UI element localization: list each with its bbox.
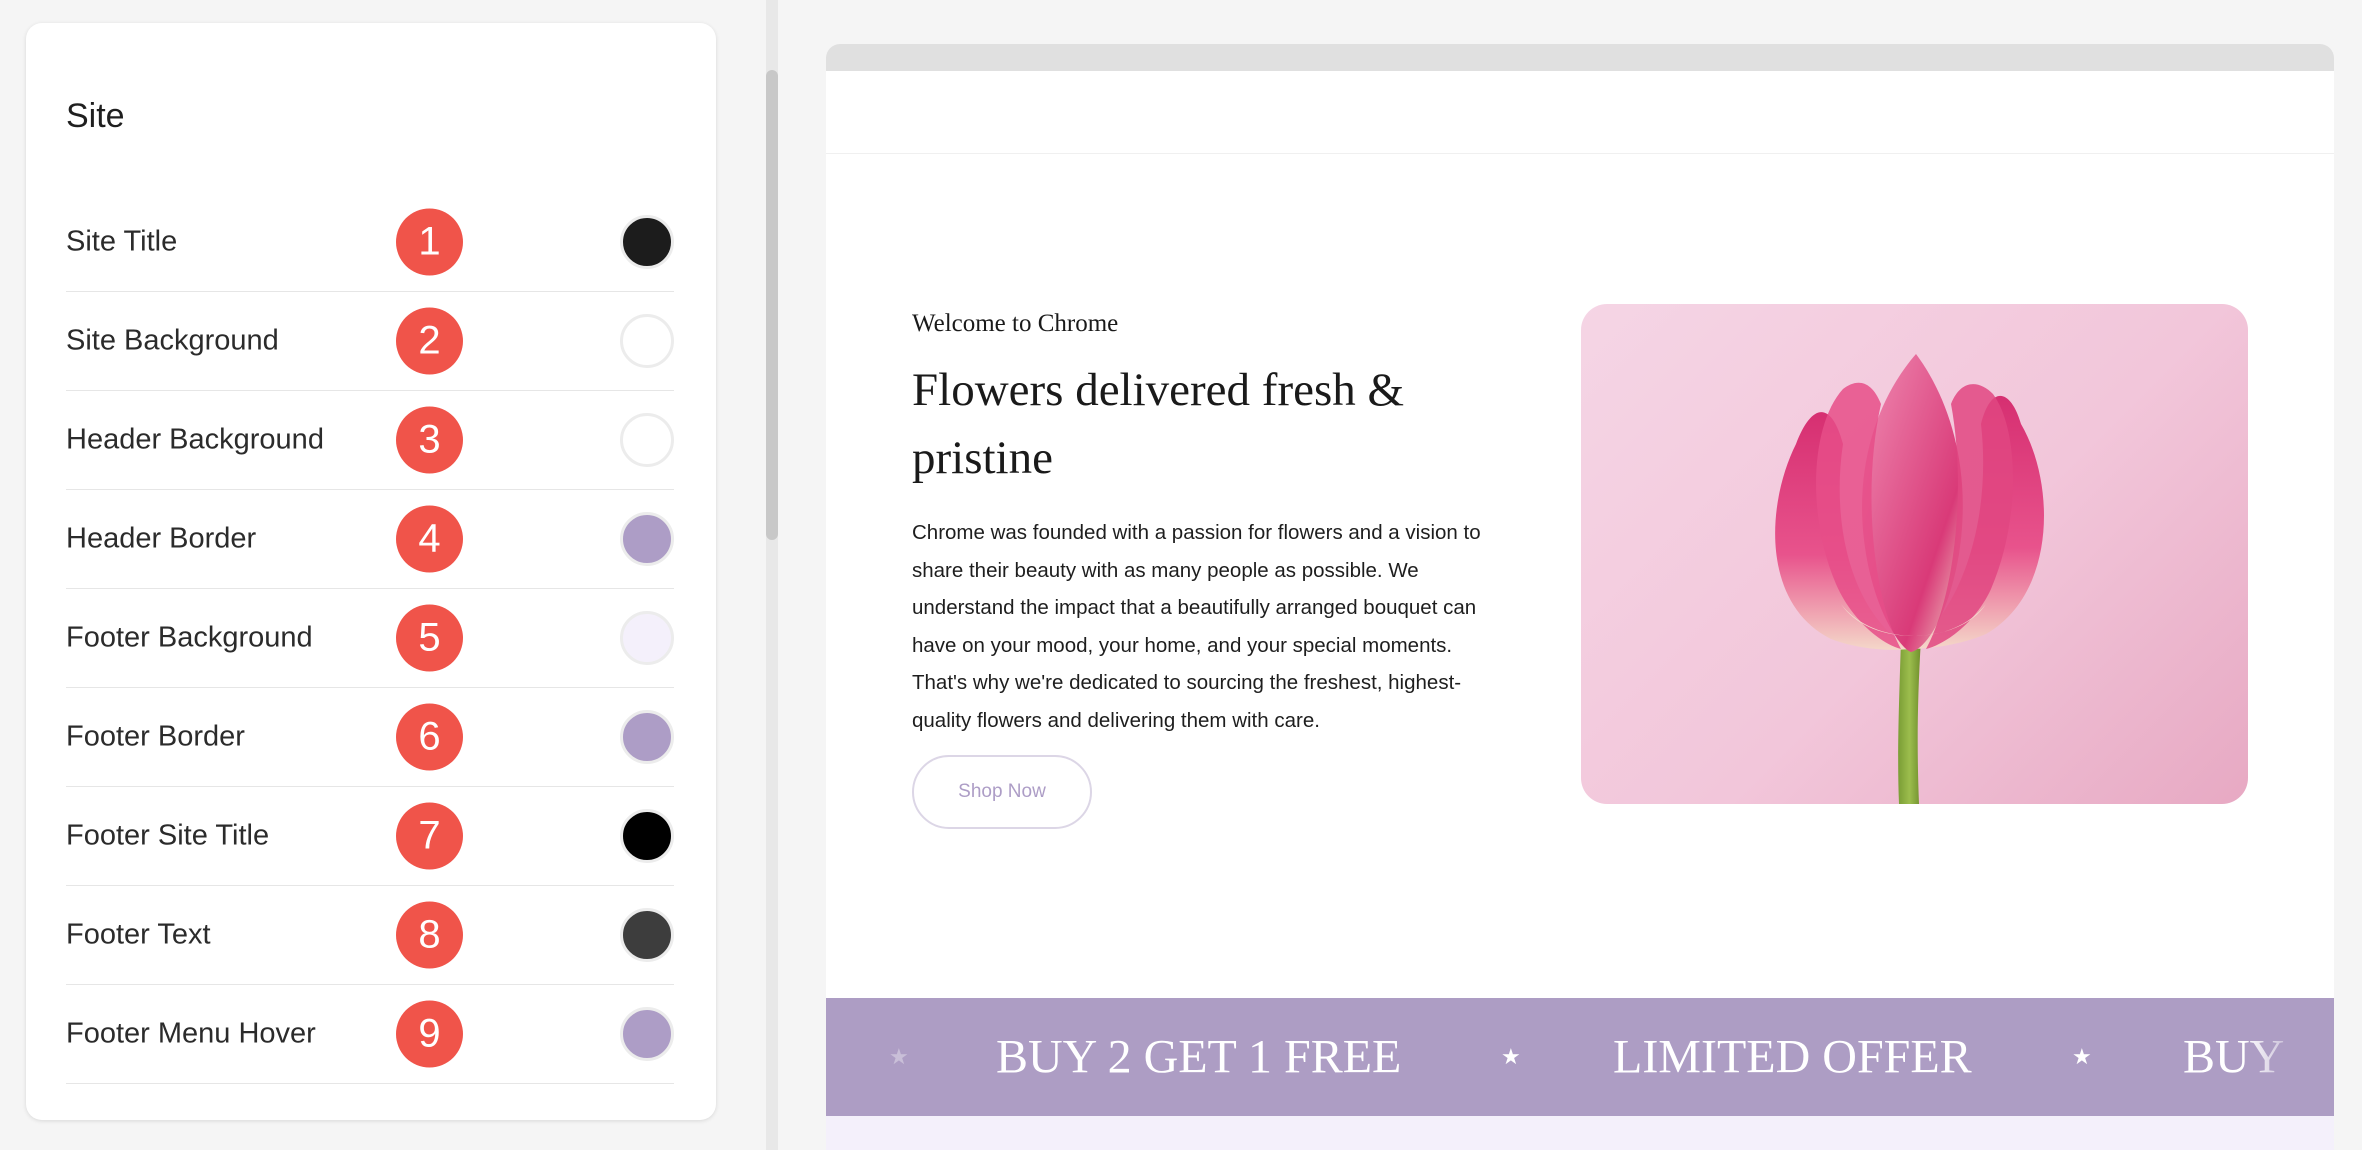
setting-row-site-background: Site Background 2 xyxy=(66,292,674,391)
color-swatch-site-title[interactable] xyxy=(620,215,674,269)
hero-eyebrow: Welcome to Chrome xyxy=(912,310,1119,337)
setting-label: Footer Site Title xyxy=(66,819,270,852)
setting-row-footer-text: Footer Text 8 xyxy=(66,886,674,985)
color-settings-list: Site Title 1 Site Background 2 Header Ba… xyxy=(66,193,674,1084)
setting-label: Header Border xyxy=(66,522,257,555)
color-swatch-site-background[interactable] xyxy=(620,314,674,368)
setting-row-footer-border: Footer Border 6 xyxy=(66,688,674,787)
step-badge: 1 xyxy=(396,208,463,276)
panel-title: Site xyxy=(66,97,125,135)
setting-label: Footer Border xyxy=(66,720,245,753)
step-badge: 9 xyxy=(396,1000,463,1068)
step-badge: 3 xyxy=(396,406,463,474)
tulip-icon xyxy=(1775,354,2044,804)
ticker-text: BUY 2 GET 1 FREE xyxy=(996,1030,1402,1084)
color-swatch-footer-site-title[interactable] xyxy=(620,809,674,863)
step-badge: 2 xyxy=(396,307,463,375)
promo-ticker: ★ BUY 2 GET 1 FREE ★ LIMITED OFFER ★ BUY xyxy=(826,998,2334,1116)
ticker-text: LIMITED OFFER xyxy=(1613,1030,1972,1084)
setting-row-header-border: Header Border 4 xyxy=(66,490,674,589)
step-badge: 6 xyxy=(396,703,463,771)
setting-label: Site Title xyxy=(66,225,178,258)
color-swatch-header-border[interactable] xyxy=(620,512,674,566)
hero-image xyxy=(1581,304,2248,804)
color-swatch-footer-background[interactable] xyxy=(620,611,674,665)
step-badge: 5 xyxy=(396,604,463,672)
site-header xyxy=(826,71,2334,154)
step-badge: 7 xyxy=(396,802,463,870)
color-swatch-footer-border[interactable] xyxy=(620,710,674,764)
shop-now-button[interactable]: Shop Now xyxy=(912,755,1092,829)
site-preview: Welcome to Chrome Flowers delivered fres… xyxy=(826,44,2334,1150)
star-icon: ★ xyxy=(889,1044,909,1069)
setting-label: Site Background xyxy=(66,324,279,357)
setting-row-footer-site-title: Footer Site Title 7 xyxy=(66,787,674,886)
setting-row-footer-background: Footer Background 5 xyxy=(66,589,674,688)
star-icon: ★ xyxy=(1501,1044,1521,1069)
setting-label: Footer Text xyxy=(66,918,211,951)
hero-description: Chrome was founded with a passion for fl… xyxy=(912,521,1481,732)
step-badge: 4 xyxy=(396,505,463,573)
footer-strip xyxy=(826,1116,2334,1150)
step-badge: 8 xyxy=(396,901,463,969)
color-swatch-footer-menu-hover[interactable] xyxy=(620,1007,674,1061)
setting-row-site-title: Site Title 1 xyxy=(66,193,674,292)
setting-label: Footer Menu Hover xyxy=(66,1017,316,1050)
browser-bar xyxy=(826,44,2334,71)
ticker-fade-right xyxy=(2244,998,2334,1116)
hero-title: Flowers delivered fresh & pristine xyxy=(912,364,1405,484)
setting-label: Header Background xyxy=(66,423,324,456)
color-swatch-header-background[interactable] xyxy=(620,413,674,467)
setting-row-header-background: Header Background 3 xyxy=(66,391,674,490)
settings-panel: Site Site Title 1 Site Background 2 Head… xyxy=(26,23,716,1120)
color-swatch-footer-text[interactable] xyxy=(620,908,674,962)
star-icon: ★ xyxy=(2072,1044,2092,1069)
scrollbar-thumb[interactable] xyxy=(766,70,778,540)
setting-label: Footer Background xyxy=(66,621,313,654)
setting-row-footer-menu-hover: Footer Menu Hover 9 xyxy=(66,985,674,1084)
